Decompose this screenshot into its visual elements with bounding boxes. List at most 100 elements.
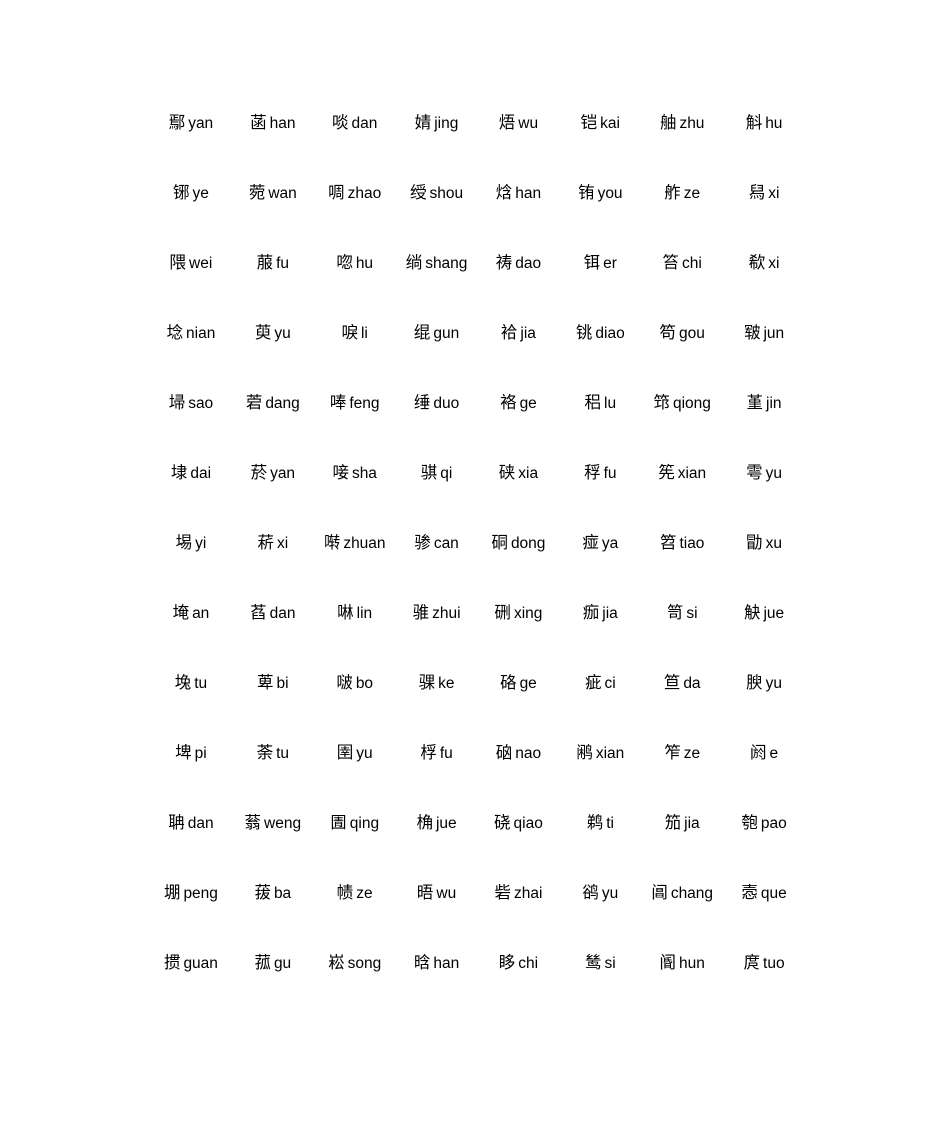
pinyin-text: chi — [682, 254, 702, 272]
pinyin-text: yu — [356, 744, 373, 762]
character-entry: 绶 shou — [410, 181, 463, 206]
character-cell: 萏 dan — [232, 578, 314, 648]
pinyin-text: yan — [188, 114, 214, 132]
hanzi-glyph: 帻 — [336, 882, 354, 902]
pinyin-text: peng — [183, 884, 218, 902]
character-entry: 萏 dan — [250, 601, 295, 626]
hanzi-glyph: 菔 — [256, 252, 274, 272]
hanzi-glyph: 绶 — [410, 182, 427, 202]
character-entry: 埸 yi — [176, 531, 207, 556]
hanzi-glyph: 匏 — [741, 812, 758, 832]
character-entry: 舴 ze — [664, 181, 700, 206]
character-cell: 稆 lu — [559, 368, 641, 438]
pinyin-text: pi — [194, 744, 207, 762]
character-entry: 舄 xi — [749, 181, 780, 206]
character-entry: 痖 ya — [582, 531, 618, 556]
character-cell: 圊 qing — [314, 788, 396, 858]
hanzi-glyph: 筇 — [653, 392, 670, 412]
character-entry: 菔 fu — [257, 251, 289, 276]
pinyin-text: ge — [519, 674, 537, 692]
pinyin-text: wu — [436, 884, 457, 902]
character-entry: 堋 peng — [164, 881, 218, 906]
character-entry: 萸 yu — [255, 321, 291, 346]
character-entry: 桷 jue — [416, 811, 456, 836]
hanzi-glyph: 骒 — [418, 672, 436, 692]
pinyin-text: yu — [765, 464, 782, 482]
hanzi-glyph: 唳 — [341, 322, 358, 342]
hanzi-glyph: 痖 — [582, 532, 599, 552]
character-cell: 啭 zhuan — [314, 508, 396, 578]
hanzi-glyph: 笱 — [659, 322, 677, 342]
character-row: 埸 yi 菥 xi 啭 zhuan 骖 can 硐 dong 痖 ya 笤 tiao 勖 xu — [150, 508, 805, 578]
hanzi-glyph: 啁 — [328, 182, 345, 202]
character-cell: 袼 ge — [478, 368, 560, 438]
character-entry: 铠 kai — [581, 111, 620, 136]
character-cell: 腴 yu — [723, 648, 805, 718]
character-entry: 菡 han — [250, 111, 295, 136]
character-cell: 埭 dai — [150, 438, 232, 508]
character-entry: 笪 da — [664, 671, 701, 696]
hanzi-glyph: 祷 — [495, 252, 513, 272]
pinyin-text: ti — [606, 814, 614, 832]
hanzi-glyph: 腴 — [746, 672, 763, 692]
hanzi-glyph: 堇 — [746, 392, 764, 412]
hanzi-glyph: 菀 — [248, 182, 266, 202]
pinyin-text: chi — [518, 954, 539, 972]
character-cell: 痂 jia — [559, 578, 641, 648]
hanzi-glyph: 皲 — [743, 322, 761, 342]
character-cell: 硇 nao — [478, 718, 560, 788]
pinyin-text: yu — [274, 324, 291, 342]
character-entry: 痂 jia — [583, 601, 618, 626]
character-cell: 鹈 ti — [559, 788, 641, 858]
pinyin-text: ke — [438, 674, 455, 692]
pinyin-text: wei — [189, 254, 213, 272]
character-cell: 痖 ya — [559, 508, 641, 578]
character-entry: 鄢 yan — [169, 111, 214, 136]
character-entry: 硇 nao — [496, 741, 541, 766]
hanzi-glyph: 啉 — [337, 602, 354, 622]
character-entry: 铒 er — [584, 251, 617, 276]
character-cell: 菀 wan — [232, 158, 314, 228]
hanzi-glyph: 婧 — [414, 112, 432, 132]
pinyin-text: yu — [601, 884, 619, 902]
character-entry: 欷 xi — [749, 251, 780, 276]
pinyin-text: xing — [513, 604, 543, 622]
pinyin-text: tu — [276, 744, 290, 762]
pinyin-text: sha — [351, 464, 377, 482]
character-entry: 菥 xi — [257, 531, 288, 556]
pinyin-text: gou — [679, 324, 705, 342]
pinyin-text: han — [433, 954, 460, 972]
character-cell: 筅 xian — [641, 438, 723, 508]
hanzi-glyph: 埽 — [168, 392, 186, 412]
character-cell: 菔 fu — [232, 228, 314, 298]
pinyin-text: diao — [595, 324, 625, 342]
pinyin-text: weng — [264, 814, 302, 832]
character-cell: 骐 qi — [396, 438, 478, 508]
character-cell: 骖 can — [396, 508, 478, 578]
hanzi-glyph: 笥 — [666, 602, 684, 622]
hanzi-glyph: 斛 — [745, 112, 763, 132]
hanzi-glyph: 唼 — [332, 462, 349, 482]
character-entry: 圉 yu — [337, 741, 373, 766]
pinyin-text: shou — [429, 184, 464, 202]
character-cell: 菪 dang — [232, 368, 314, 438]
hanzi-glyph: 筅 — [658, 462, 675, 482]
character-cell: 婧 jing — [396, 88, 478, 158]
character-entry: 笱 gou — [660, 321, 705, 346]
hanzi-glyph: 硐 — [491, 532, 508, 552]
character-entry: 硎 xing — [494, 601, 542, 626]
character-entry: 骒 ke — [419, 671, 455, 696]
character-cell: 笥 si — [641, 578, 723, 648]
pinyin-text: jue — [763, 604, 785, 622]
character-cell: 埝 nian — [150, 298, 232, 368]
character-entry: 铘 ye — [173, 181, 209, 206]
character-cell: 眵 chi — [478, 928, 560, 998]
character-entry: 聃 dan — [168, 811, 213, 836]
character-cell: 铘 ye — [150, 158, 232, 228]
document-page: 鄢 yan 菡 han 啖 dan 婧 jing 焐 wu 铠 kai 舳 zhu 斛 hu 铘 ye 菀 wan 啁 z… — [0, 0, 945, 1123]
pinyin-text: nao — [515, 744, 542, 762]
character-entry: 埭 dai — [171, 461, 211, 486]
character-cell: 堍 tu — [150, 648, 232, 718]
pinyin-text: chang — [670, 884, 714, 902]
character-cell: 斛 hu — [723, 88, 805, 158]
